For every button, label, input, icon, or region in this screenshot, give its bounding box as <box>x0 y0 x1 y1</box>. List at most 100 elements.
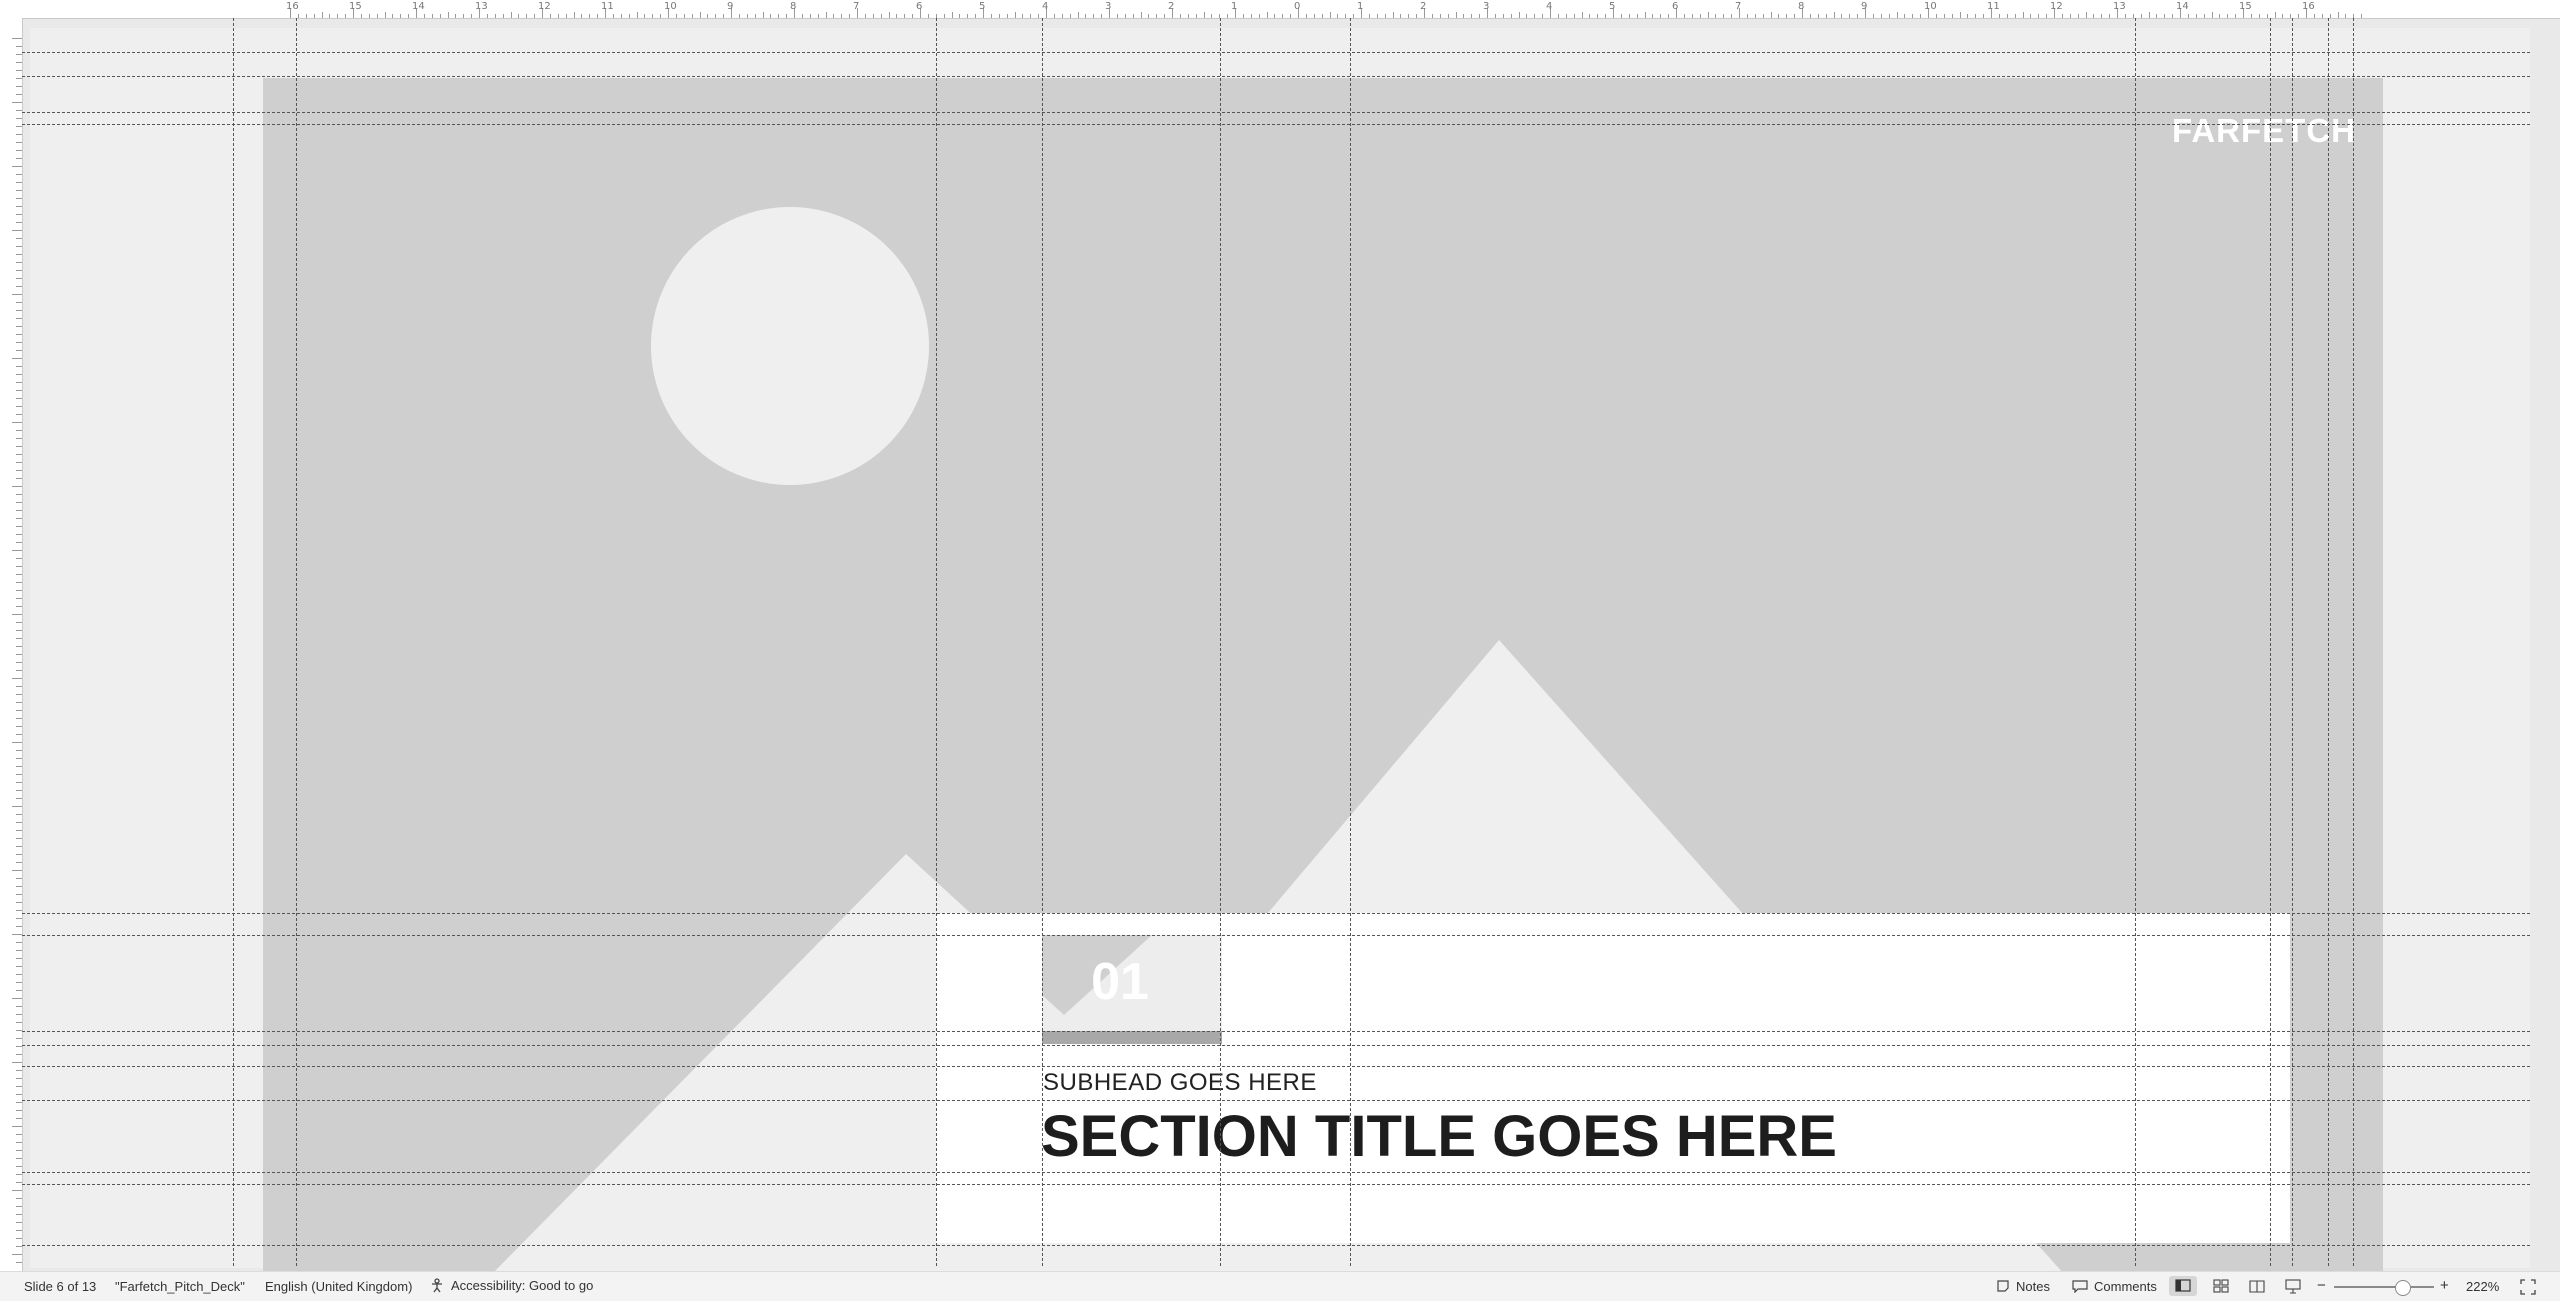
ruler-minor-tick <box>620 14 622 18</box>
ruler-minor-tick <box>16 206 22 207</box>
slide-sorter-button[interactable] <box>2207 1276 2235 1296</box>
slideshow-button[interactable] <box>2279 1276 2307 1296</box>
ruler-minor-tick <box>573 12 575 18</box>
ruler-minor-tick <box>1542 14 1544 18</box>
vertical-guide[interactable] <box>2135 18 2136 1266</box>
ruler-minor-tick <box>1353 14 1355 18</box>
ruler-label: 4 <box>1042 1 1049 12</box>
ruler-minor-tick <box>16 126 22 127</box>
ruler-minor-tick <box>1305 14 1307 18</box>
ruler-minor-tick <box>16 662 22 663</box>
ruler-minor-tick <box>1187 14 1189 18</box>
zoom-level[interactable]: 222% <box>2466 1279 2499 1294</box>
comments-button[interactable]: Comments <box>2072 1276 2157 1296</box>
vertical-guide[interactable] <box>1042 18 1043 1266</box>
ruler-minor-tick <box>16 638 22 639</box>
ruler-minor-tick <box>2282 14 2284 18</box>
vertical-guide[interactable] <box>2270 18 2271 1266</box>
accessibility-status[interactable]: Accessibility: Good to go <box>430 1277 593 1293</box>
ruler-label: 6 <box>916 1 923 12</box>
section-title-text[interactable]: SECTION TITLE GOES HERE <box>1041 1103 1837 1170</box>
ruler-minor-tick <box>16 62 22 63</box>
ruler-minor-tick <box>447 12 449 18</box>
ruler-minor-tick <box>2235 14 2237 18</box>
vertical-guide[interactable] <box>2292 18 2293 1266</box>
ruler-minor-tick <box>16 974 22 975</box>
zoom-in-button[interactable]: + <box>2440 1277 2449 1294</box>
ruler-minor-tick <box>1707 12 1709 18</box>
vertical-guide[interactable] <box>2353 18 2354 1266</box>
ruler-minor-tick <box>12 742 22 743</box>
normal-view-button[interactable] <box>2169 1276 2197 1296</box>
vertical-guide[interactable] <box>1220 18 1221 1266</box>
ruler-label: 6 <box>1672 1 1679 12</box>
reading-view-button[interactable] <box>2243 1276 2271 1296</box>
horizontal-guide[interactable] <box>22 1184 2530 1185</box>
ruler-minor-tick <box>455 14 457 18</box>
ruler-minor-tick <box>1723 14 1725 18</box>
ruler-minor-tick <box>967 14 969 18</box>
horizontal-guide[interactable] <box>22 1172 2530 1173</box>
ruler-minor-tick <box>1920 14 1922 18</box>
ruler-minor-tick <box>16 814 22 815</box>
ruler-minor-tick <box>12 550 22 551</box>
ruler-minor-tick <box>904 14 906 18</box>
horizontal-guide[interactable] <box>22 112 2530 113</box>
ruler-minor-tick <box>1778 14 1780 18</box>
ruler-minor-tick <box>896 14 898 18</box>
horizontal-guide[interactable] <box>22 1031 2530 1032</box>
number-underline-bar <box>1042 1031 1222 1044</box>
horizontal-guide[interactable] <box>22 1045 2530 1046</box>
section-number[interactable]: 01 <box>1070 952 1170 1012</box>
ruler-minor-tick <box>16 1014 22 1015</box>
ruler-minor-tick <box>16 1158 22 1159</box>
horizontal-guide[interactable] <box>22 1245 2530 1246</box>
horizontal-guide[interactable] <box>22 1066 2530 1067</box>
ruler-minor-tick <box>1416 14 1418 18</box>
ruler-minor-tick <box>990 14 992 18</box>
ruler-minor-tick <box>16 1206 22 1207</box>
ruler-minor-tick <box>16 1214 22 1215</box>
vertical-guide[interactable] <box>2328 18 2329 1266</box>
vertical-guide[interactable] <box>1350 18 1351 1266</box>
ruler-label: 16 <box>286 1 299 12</box>
notes-button[interactable]: Notes <box>1996 1276 2050 1296</box>
ruler-minor-tick <box>16 286 22 287</box>
horizontal-guide[interactable] <box>22 913 2530 914</box>
vertical-guide[interactable] <box>233 18 234 1266</box>
ruler-minor-tick <box>16 790 22 791</box>
horizontal-guide[interactable] <box>22 935 2530 936</box>
horizontal-ruler[interactable]: 16 15 14 13 12 11 10 9 8 7 6 5 4 3 2 1 0 1 2 3 4 5 6 7 8 9 10 11 12 1… <box>0 0 2560 19</box>
vertical-guide[interactable] <box>296 18 297 1266</box>
horizontal-guide[interactable] <box>22 1100 2530 1101</box>
zoom-slider-track[interactable] <box>2334 1286 2434 1288</box>
horizontal-guide[interactable] <box>22 124 2530 125</box>
vertical-guide[interactable] <box>936 18 937 1266</box>
vertical-ruler[interactable] <box>0 18 23 1271</box>
ruler-minor-tick <box>16 318 22 319</box>
zoom-out-button[interactable]: − <box>2317 1277 2326 1294</box>
ruler-minor-tick <box>2219 14 2221 18</box>
ruler-minor-tick <box>2085 12 2087 18</box>
ruler-minor-tick <box>1006 14 1008 18</box>
ruler-minor-tick <box>16 846 22 847</box>
language-indicator[interactable]: English (United Kingdom) <box>265 1279 412 1294</box>
fit-to-window-icon[interactable] <box>2520 1279 2536 1295</box>
horizontal-guide[interactable] <box>22 76 2530 77</box>
notes-label: Notes <box>2016 1278 2050 1294</box>
ruler-minor-tick <box>16 222 22 223</box>
ruler-minor-tick <box>754 14 756 18</box>
ruler-minor-tick <box>1943 14 1945 18</box>
subhead-text[interactable]: SUBHEAD GOES HERE <box>1043 1069 1317 1097</box>
ruler-minor-tick <box>864 14 866 18</box>
ruler-minor-tick <box>1959 12 1961 18</box>
ruler-minor-tick <box>16 150 22 151</box>
ruler-minor-tick <box>2093 14 2095 18</box>
ruler-minor-tick <box>636 12 638 18</box>
ruler-label: 14 <box>412 1 425 12</box>
horizontal-guide[interactable] <box>22 52 2530 53</box>
ruler-label: 9 <box>1861 1 1868 12</box>
zoom-slider-thumb[interactable] <box>2395 1280 2411 1296</box>
ruler-minor-tick <box>384 12 386 18</box>
ruler-minor-tick <box>408 14 410 18</box>
